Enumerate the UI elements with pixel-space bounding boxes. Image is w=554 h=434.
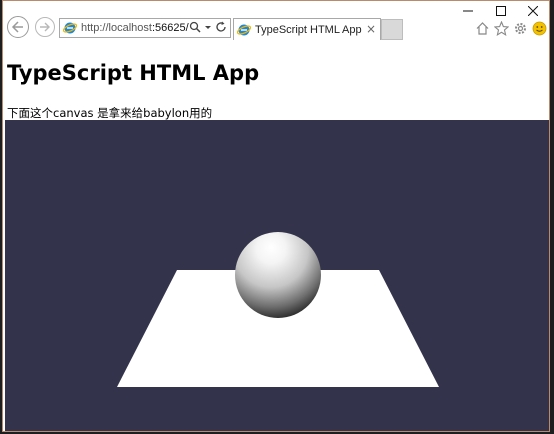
- tab-close-icon[interactable]: ×: [366, 22, 376, 36]
- back-button[interactable]: [7, 16, 29, 38]
- close-window-button[interactable]: [521, 3, 545, 19]
- page-title: TypeScript HTML App: [7, 61, 260, 85]
- new-tab-button[interactable]: [381, 19, 403, 40]
- address-bar-icons: [189, 21, 227, 33]
- browser-toolbar-icons: [475, 21, 547, 36]
- home-icon[interactable]: [475, 21, 490, 36]
- settings-gear-icon[interactable]: [513, 21, 528, 36]
- address-bar[interactable]: http://localhost:56625/: [59, 18, 231, 38]
- favorites-star-icon[interactable]: [494, 21, 509, 36]
- browser-titlebar: http://localhost:56625/ TypeScript HTML …: [3, 1, 549, 43]
- forward-button[interactable]: [35, 17, 55, 37]
- feedback-smiley-icon[interactable]: [532, 21, 547, 36]
- minimize-button[interactable]: [456, 3, 480, 19]
- browser-window: http://localhost:56625/ TypeScript HTML …: [2, 0, 550, 432]
- tab-favicon-icon: [237, 24, 251, 35]
- search-icon[interactable]: [189, 21, 201, 33]
- maximize-button[interactable]: [489, 3, 513, 19]
- forward-arrow-icon: [40, 22, 50, 32]
- address-text[interactable]: http://localhost:56625/: [81, 22, 189, 34]
- sphere: [235, 232, 321, 318]
- back-arrow-icon: [11, 21, 23, 33]
- scene-svg: [117, 232, 439, 387]
- page-description: 下面这个canvas 是拿来给babylon用的: [7, 106, 213, 120]
- close-icon: [528, 6, 538, 16]
- page-content: TypeScript HTML App 下面这个canvas 是拿来给babyl…: [3, 43, 549, 431]
- refresh-icon[interactable]: [215, 21, 227, 33]
- maximize-icon: [496, 6, 506, 16]
- address-port: :56625/: [151, 22, 189, 34]
- minimize-icon: [463, 10, 473, 12]
- babylon-canvas[interactable]: [5, 120, 549, 431]
- address-host: http://localhost: [81, 22, 152, 34]
- ie-logo-icon: [63, 22, 77, 34]
- browser-tab-active[interactable]: TypeScript HTML App ×: [233, 18, 381, 40]
- tab-title: TypeScript HTML App: [255, 23, 362, 36]
- dropdown-chevron-icon[interactable]: [204, 21, 212, 33]
